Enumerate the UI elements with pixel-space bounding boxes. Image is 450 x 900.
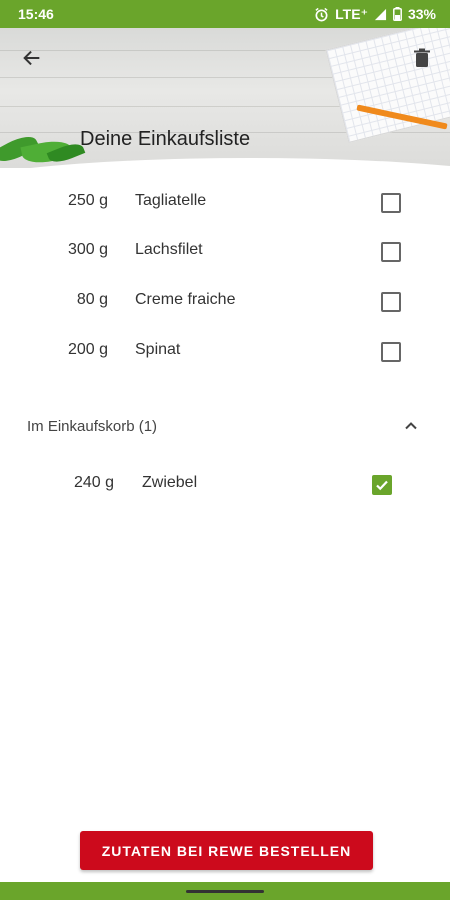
item-quantity: 240 g bbox=[73, 474, 114, 491]
item-checkbox[interactable] bbox=[381, 342, 401, 362]
signal-icon bbox=[374, 8, 387, 21]
battery-icon bbox=[393, 7, 402, 21]
status-time: 15:46 bbox=[18, 6, 54, 22]
list-item: 80 g Creme fraiche bbox=[0, 277, 450, 327]
navigation-bar bbox=[0, 882, 450, 900]
item-name: Zwiebel bbox=[142, 474, 198, 491]
item-name: Spinat bbox=[135, 341, 181, 358]
item-name: Lachsfilet bbox=[135, 241, 203, 258]
basket-item: 240 g Zwiebel bbox=[0, 460, 450, 510]
item-checkbox[interactable] bbox=[381, 242, 401, 262]
home-indicator[interactable] bbox=[186, 890, 264, 893]
item-name: Creme fraiche bbox=[135, 291, 236, 308]
item-name: Tagliatelle bbox=[135, 192, 207, 209]
alarm-icon bbox=[314, 7, 329, 22]
network-label: LTE⁺ bbox=[335, 5, 368, 22]
order-ingredients-button[interactable]: ZUTATEN BEI REWE BESTELLEN bbox=[80, 831, 373, 870]
item-checkbox[interactable] bbox=[381, 292, 401, 312]
item-quantity: 300 g bbox=[67, 241, 108, 258]
delete-list-button[interactable] bbox=[408, 44, 436, 72]
item-checkbox-checked[interactable] bbox=[372, 475, 392, 495]
list-item: 200 g Spinat bbox=[0, 327, 450, 377]
list-item: 300 g Lachsfilet bbox=[0, 227, 450, 277]
trash-icon bbox=[414, 48, 430, 67]
page-title: Deine Einkaufsliste bbox=[80, 128, 251, 150]
basket-section-label: Im Einkaufskorb (1) bbox=[27, 418, 158, 435]
status-bar: 15:46 LTE⁺ 33% bbox=[0, 0, 450, 28]
arrow-left-icon bbox=[23, 50, 40, 66]
basket-section-header[interactable]: Im Einkaufskorb (1) bbox=[0, 410, 450, 444]
checkmark-icon bbox=[376, 480, 388, 491]
list-item: 250 g Tagliatelle bbox=[0, 178, 450, 228]
chevron-up-icon bbox=[405, 422, 417, 430]
battery-percent: 33% bbox=[407, 6, 436, 22]
item-quantity: 250 g bbox=[67, 192, 108, 209]
back-button[interactable] bbox=[18, 44, 46, 72]
item-quantity: 80 g bbox=[76, 291, 108, 308]
item-checkbox[interactable] bbox=[381, 193, 401, 213]
item-quantity: 200 g bbox=[67, 341, 108, 358]
status-icons: LTE⁺ 33% bbox=[314, 6, 436, 23]
